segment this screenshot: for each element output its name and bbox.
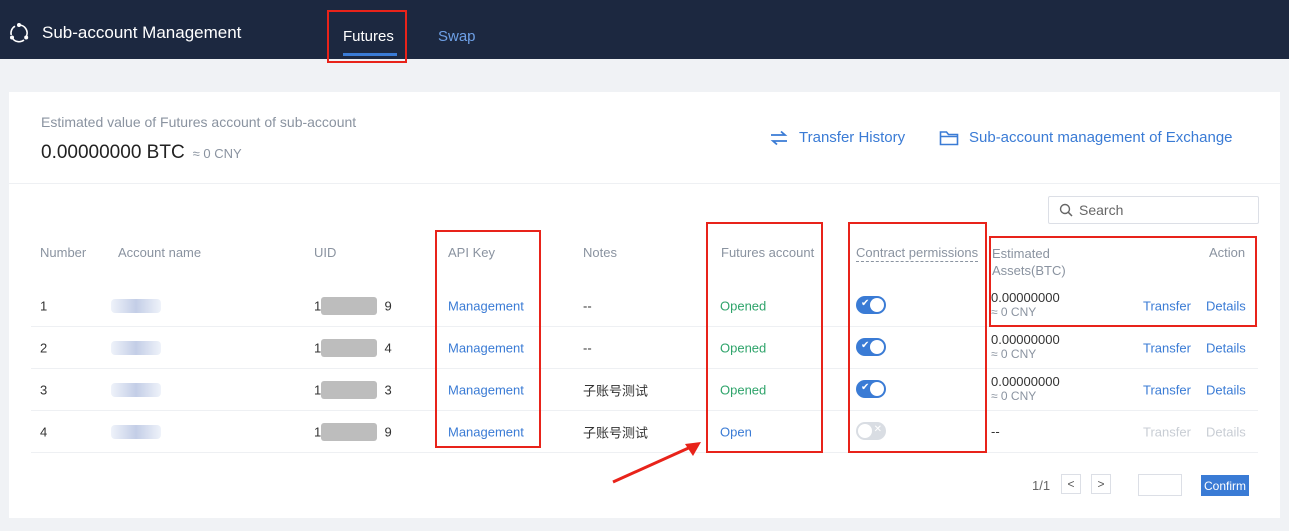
estimated-assets: 0.00000000 ≈ 0 CNY bbox=[991, 332, 1060, 362]
assets-btc: 0.00000000 bbox=[991, 290, 1060, 305]
api-management-link[interactable]: Management bbox=[448, 424, 524, 439]
page-info: 1/1 bbox=[1032, 478, 1051, 493]
col-estimated-line2: Assets(BTC) bbox=[992, 263, 1066, 278]
contract-permission-toggle[interactable]: ✔ bbox=[856, 296, 886, 314]
uid-end: 4 bbox=[384, 340, 392, 355]
folder-icon bbox=[939, 130, 959, 145]
uid-redacted bbox=[321, 381, 377, 399]
details-link[interactable]: Details bbox=[1206, 298, 1246, 313]
exchange-link-label: Sub-account management of Exchange bbox=[969, 129, 1233, 146]
uid-redacted bbox=[321, 339, 377, 357]
table-row: 3 1 3 Management 子账号测试 Opened ✔ 0.000000… bbox=[31, 369, 1258, 411]
futures-status: Opened bbox=[720, 382, 767, 397]
open-futures-link[interactable]: Open bbox=[720, 424, 752, 439]
api-management-link[interactable]: Management bbox=[448, 340, 524, 355]
tab-futures[interactable]: Futures bbox=[343, 28, 394, 45]
col-api-key: API Key bbox=[448, 245, 495, 260]
search-input[interactable] bbox=[1079, 202, 1239, 218]
transfer-link-disabled: Transfer bbox=[1143, 424, 1191, 439]
col-notes: Notes bbox=[583, 245, 617, 260]
table-row: 2 1 4 Management -- Opened ✔ 0.00000000 … bbox=[31, 327, 1258, 369]
col-estimated-assets: Estimated Assets(BTC) bbox=[992, 245, 1066, 279]
transfer-history-label: Transfer History bbox=[799, 129, 906, 146]
x-icon: ✕ bbox=[873, 424, 882, 435]
assets-cny: ≈ 0 CNY bbox=[991, 389, 1037, 403]
col-action: Action bbox=[1209, 245, 1246, 260]
exchange-subaccount-link[interactable]: Sub-account management of Exchange bbox=[939, 129, 1233, 146]
assets-cny: ≈ 0 CNY bbox=[991, 305, 1037, 319]
account-name-redacted bbox=[111, 299, 161, 313]
futures-status: Opened bbox=[720, 340, 767, 355]
col-uid: UID bbox=[314, 245, 337, 260]
details-link[interactable]: Details bbox=[1206, 340, 1246, 355]
estimated-assets: 0.00000000 ≈ 0 CNY bbox=[991, 374, 1060, 404]
col-estimated-line1: Estimated bbox=[992, 246, 1050, 261]
row-number: 2 bbox=[40, 340, 48, 355]
table-row: 1 1 9 Management -- Opened ✔ 0.00000000 … bbox=[31, 285, 1258, 327]
col-number: Number bbox=[40, 245, 87, 260]
assets-btc: -- bbox=[991, 424, 1000, 439]
account-name-redacted bbox=[111, 425, 161, 439]
page-jump-input[interactable] bbox=[1138, 474, 1182, 496]
check-icon: ✔ bbox=[861, 298, 870, 309]
contract-permission-toggle[interactable]: ✔ bbox=[856, 338, 886, 356]
uid-end: 9 bbox=[384, 424, 392, 439]
summary-value: 0.00000000 BTC ≈ 0 CNY bbox=[41, 142, 242, 164]
orbit-icon bbox=[10, 23, 29, 43]
transfer-link[interactable]: Transfer bbox=[1143, 340, 1191, 355]
check-icon: ✔ bbox=[861, 340, 870, 351]
transfer-history-link[interactable]: Transfer History bbox=[769, 129, 905, 146]
account-name-redacted bbox=[111, 383, 161, 397]
next-page-button[interactable]: > bbox=[1091, 474, 1111, 494]
notes-cell: -- bbox=[583, 298, 592, 313]
search-box[interactable] bbox=[1048, 196, 1259, 224]
cny-approx: ≈ 0 CNY bbox=[192, 146, 242, 161]
assets-btc: 0.00000000 bbox=[991, 374, 1060, 389]
check-icon: ✔ bbox=[861, 382, 870, 393]
col-futures-account: Futures account bbox=[721, 245, 815, 260]
row-number: 1 bbox=[40, 298, 48, 313]
page-title: Sub-account Management bbox=[42, 23, 242, 42]
details-link-disabled: Details bbox=[1206, 424, 1246, 439]
assets-btc: 0.00000000 bbox=[991, 332, 1060, 347]
notes-cell: -- bbox=[583, 340, 592, 355]
account-name-redacted bbox=[111, 341, 161, 355]
search-icon bbox=[1059, 203, 1073, 217]
uid-redacted bbox=[321, 423, 377, 441]
transfer-link[interactable]: Transfer bbox=[1143, 382, 1191, 397]
transfer-arrows-icon bbox=[770, 130, 788, 145]
active-tab-indicator bbox=[343, 53, 397, 56]
transfer-link[interactable]: Transfer bbox=[1143, 298, 1191, 313]
confirm-button[interactable]: Confirm bbox=[1201, 475, 1249, 496]
api-management-link[interactable]: Management bbox=[448, 382, 524, 397]
top-navigation-bar: Sub-account Management Futures Swap bbox=[0, 0, 1289, 59]
row-number: 4 bbox=[40, 424, 48, 439]
assets-cny: ≈ 0 CNY bbox=[991, 347, 1037, 361]
col-account-name: Account name bbox=[118, 245, 202, 260]
uid-end: 3 bbox=[384, 382, 392, 397]
tab-swap[interactable]: Swap bbox=[438, 28, 476, 45]
contract-permission-toggle[interactable]: ✔ bbox=[856, 380, 886, 398]
estimated-assets: 0.00000000 ≈ 0 CNY bbox=[991, 290, 1060, 320]
notes-cell: 子账号测试 bbox=[583, 383, 649, 398]
prev-page-button[interactable]: < bbox=[1061, 474, 1081, 494]
api-management-link[interactable]: Management bbox=[448, 298, 524, 313]
btc-value: 0.00000000 BTC bbox=[41, 142, 185, 163]
summary-panel: Estimated value of Futures account of su… bbox=[9, 92, 1280, 184]
estimated-assets: -- bbox=[991, 424, 1000, 439]
details-link[interactable]: Details bbox=[1206, 382, 1246, 397]
annotation-arrow bbox=[612, 442, 701, 484]
uid-end: 9 bbox=[384, 298, 392, 313]
col-contract-permissions[interactable]: Contract permissions bbox=[856, 245, 979, 262]
contract-permission-toggle[interactable]: ✕ bbox=[856, 422, 886, 440]
brand: Sub-account Management bbox=[8, 22, 241, 44]
uid-redacted bbox=[321, 297, 377, 315]
futures-status: Opened bbox=[720, 298, 767, 313]
row-number: 3 bbox=[40, 382, 48, 397]
summary-label: Estimated value of Futures account of su… bbox=[41, 114, 357, 130]
